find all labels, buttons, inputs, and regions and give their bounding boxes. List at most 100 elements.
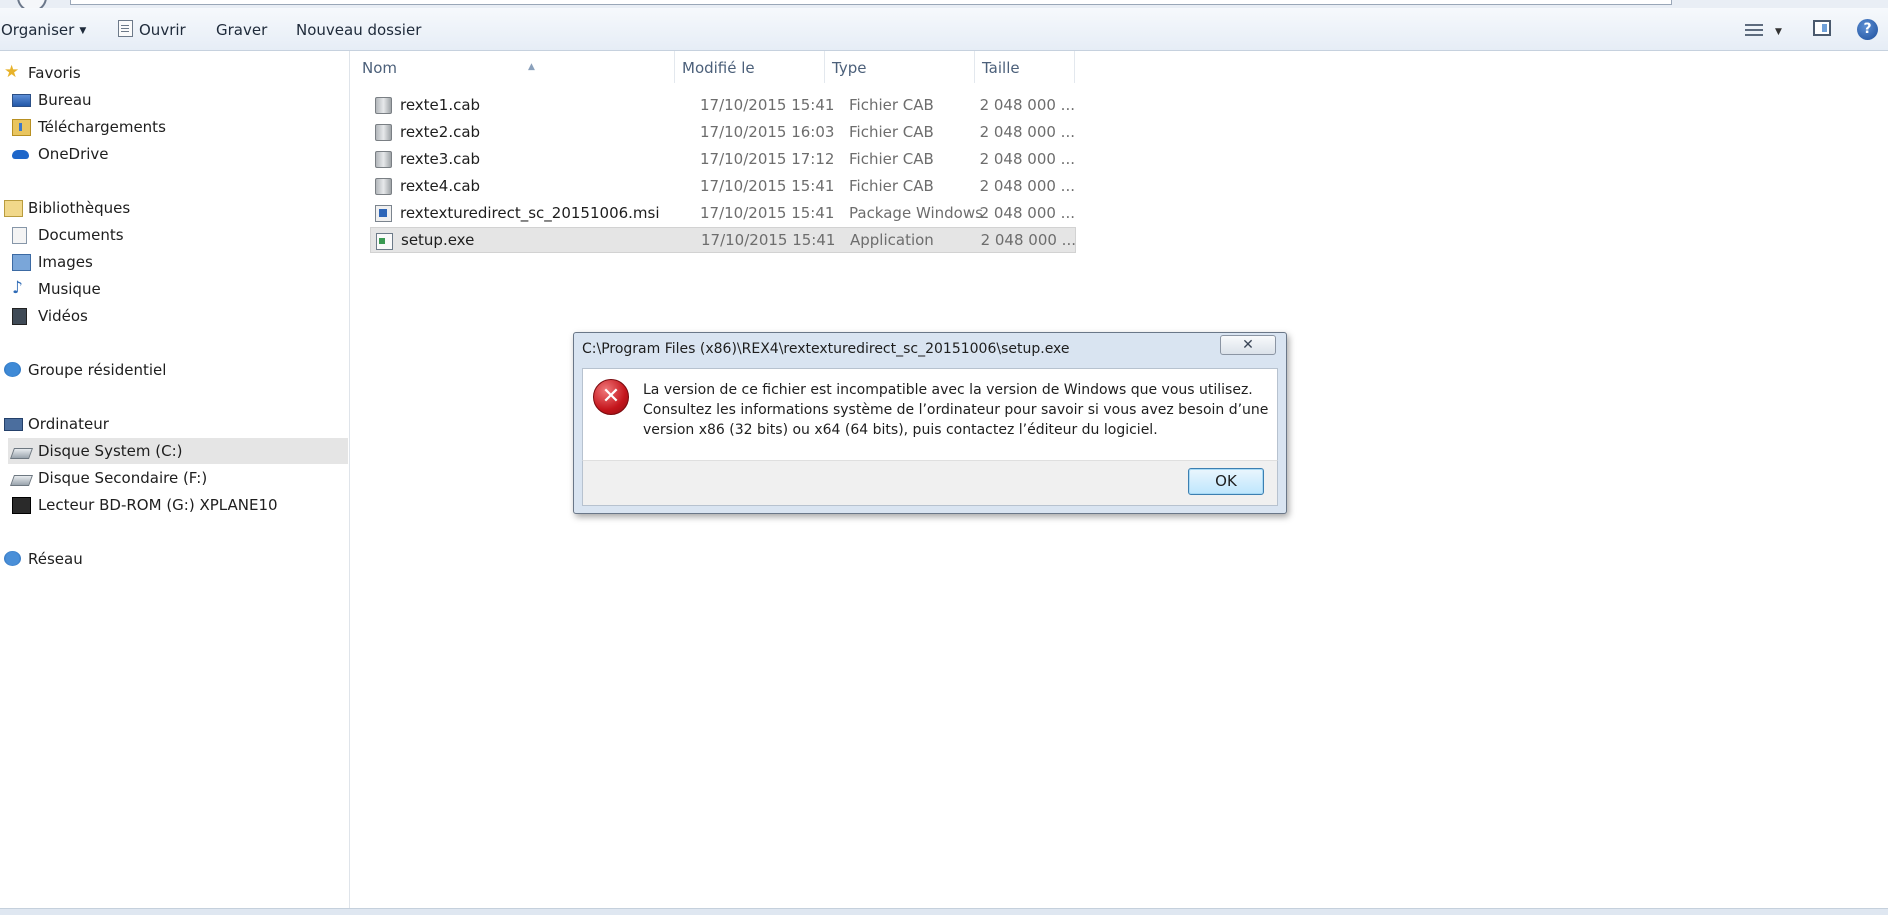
- error-dialog: C:\Program Files (x86)\REX4\rextexturedi…: [573, 332, 1287, 514]
- downloads-folder-icon: [12, 119, 31, 136]
- documents-icon: [12, 227, 27, 244]
- bd-rom-drive-icon: [12, 497, 31, 514]
- file-date: 17/10/2015 15:41: [700, 204, 835, 222]
- file-name: rexte1.cab: [400, 96, 481, 114]
- file-date: 17/10/2015 16:03: [700, 123, 835, 141]
- nav-disque-system[interactable]: Disque System (C:): [8, 438, 348, 464]
- file-size: 2 048 000 ...: [979, 96, 1075, 114]
- open-file-icon: [118, 20, 133, 37]
- file-name: rexte4.cab: [400, 177, 481, 195]
- file-name: rexte3.cab: [400, 150, 481, 168]
- nouveau-dossier-button[interactable]: Nouveau dossier: [296, 8, 421, 50]
- onedrive-cloud-icon: [12, 150, 29, 159]
- view-details-icon: [1745, 23, 1763, 37]
- command-bar: Organiser ▼ Ouvrir Graver Nouveau dossier…: [0, 8, 1888, 51]
- preview-pane-button[interactable]: [1813, 20, 1831, 36]
- file-row[interactable]: rextexturedirect_sc_20151006.msi 17/10/2…: [370, 200, 1076, 226]
- nav-musique[interactable]: ♪ Musique: [10, 276, 101, 302]
- msi-file-icon: [375, 205, 392, 222]
- file-row[interactable]: rexte4.cab 17/10/2015 15:41 Fichier CAB …: [370, 173, 1076, 199]
- sort-ascending-icon: ▲: [528, 62, 535, 72]
- exe-file-icon: [376, 233, 393, 250]
- nav-reseau[interactable]: Réseau: [0, 546, 83, 572]
- network-icon: [4, 551, 21, 566]
- address-bar[interactable]: [70, 0, 1672, 5]
- nav-favoris[interactable]: ★ Favoris: [0, 60, 81, 86]
- homegroup-icon: [4, 362, 21, 377]
- help-icon[interactable]: ?: [1857, 19, 1878, 40]
- error-message: La version de ce fichier est incompatibl…: [643, 380, 1268, 440]
- cab-file-icon: [375, 124, 392, 141]
- column-header-type[interactable]: Type: [825, 51, 975, 83]
- graver-button[interactable]: Graver: [216, 8, 267, 50]
- error-message-line: version x86 (32 bits) ou x64 (64 bits), …: [643, 422, 1158, 438]
- nav-groupe-residentiel[interactable]: Groupe résidentiel: [0, 357, 166, 383]
- hard-drive-icon: [9, 475, 34, 486]
- close-icon[interactable]: ✕: [1220, 335, 1276, 355]
- file-size: 2 048 000 ...: [979, 150, 1075, 168]
- nav-lecteur-bd[interactable]: Lecteur BD-ROM (G:) XPLANE10: [10, 492, 278, 518]
- file-row[interactable]: rexte2.cab 17/10/2015 16:03 Fichier CAB …: [370, 119, 1076, 145]
- dialog-body: ✕ La version de ce fichier est incompati…: [582, 368, 1278, 460]
- nav-documents[interactable]: Documents: [10, 222, 124, 248]
- dialog-title: C:\Program Files (x86)\REX4\rextexturedi…: [582, 341, 1070, 357]
- file-row-selected[interactable]: setup.exe 17/10/2015 15:41 Application 2…: [370, 227, 1076, 253]
- nav-ordinateur[interactable]: Ordinateur: [0, 411, 109, 437]
- nouveau-dossier-label: Nouveau dossier: [296, 21, 422, 39]
- chevron-down-icon: ▼: [1775, 27, 1782, 37]
- column-label: Nom: [362, 59, 398, 77]
- error-message-line: La version de ce fichier est incompatibl…: [643, 382, 1253, 398]
- file-name: rextexturedirect_sc_20151006.msi: [400, 204, 660, 222]
- column-header-taille[interactable]: Taille: [975, 51, 1075, 83]
- file-row[interactable]: rexte3.cab 17/10/2015 17:12 Fichier CAB …: [370, 146, 1076, 172]
- file-size: 2 048 000 ...: [979, 204, 1075, 222]
- file-size: 2 048 000 ...: [980, 231, 1076, 249]
- nav-videos[interactable]: Vidéos: [10, 303, 88, 329]
- chevron-down-icon: ▼: [79, 26, 87, 36]
- column-header-nom[interactable]: Nom ▲: [355, 51, 675, 83]
- error-icon: ✕: [593, 379, 629, 415]
- nav-label: Disque System (C:): [38, 442, 183, 460]
- nav-disque-secondaire[interactable]: Disque Secondaire (F:): [9, 465, 208, 491]
- help-label: ?: [1863, 21, 1872, 37]
- computer-icon: [4, 418, 23, 431]
- close-glyph: ✕: [1242, 337, 1254, 353]
- organiser-label: Organiser: [1, 21, 75, 39]
- file-row[interactable]: rexte1.cab 17/10/2015 15:41 Fichier CAB …: [370, 92, 1076, 118]
- nav-label: Groupe résidentiel: [28, 361, 167, 379]
- organiser-button[interactable]: Organiser ▼: [1, 8, 86, 50]
- cab-file-icon: [375, 151, 392, 168]
- nav-telechargements[interactable]: Téléchargements: [10, 114, 166, 140]
- file-date: 17/10/2015 17:12: [700, 150, 835, 168]
- address-bar-strip: [0, 0, 1888, 12]
- file-name: rexte2.cab: [400, 123, 481, 141]
- videos-icon: [12, 308, 27, 325]
- star-icon: ★: [4, 62, 20, 82]
- nav-label: Téléchargements: [38, 118, 166, 136]
- file-size: 2 048 000 ...: [979, 177, 1075, 195]
- nav-label: Disque Secondaire (F:): [38, 469, 208, 487]
- change-view-button[interactable]: ▼: [1745, 20, 1782, 38]
- nav-onedrive[interactable]: OneDrive: [10, 141, 109, 167]
- nav-label: Lecteur BD-ROM (G:) XPLANE10: [38, 496, 278, 514]
- cab-file-icon: [375, 178, 392, 195]
- nav-label: Documents: [38, 226, 124, 244]
- nav-images[interactable]: Images: [10, 249, 93, 275]
- file-date: 17/10/2015 15:41: [700, 96, 835, 114]
- ok-button[interactable]: OK: [1188, 468, 1264, 495]
- file-size: 2 048 000 ...: [979, 123, 1075, 141]
- hard-drive-icon: [9, 448, 34, 459]
- pictures-icon: [12, 254, 31, 271]
- column-label: Type: [832, 59, 867, 77]
- nav-bibliotheques[interactable]: Bibliothèques: [0, 195, 130, 221]
- column-label: Taille: [982, 59, 1020, 77]
- file-name: setup.exe: [401, 231, 475, 249]
- ouvrir-label: Ouvrir: [139, 21, 186, 39]
- column-label: Modifié le: [682, 59, 755, 77]
- file-date: 17/10/2015 15:41: [700, 177, 835, 195]
- column-header-modifie[interactable]: Modifié le: [675, 51, 825, 83]
- ouvrir-button[interactable]: Ouvrir: [118, 8, 186, 50]
- nav-bureau[interactable]: Bureau: [10, 87, 92, 113]
- cab-file-icon: [375, 97, 392, 114]
- dialog-footer: OK: [582, 460, 1278, 506]
